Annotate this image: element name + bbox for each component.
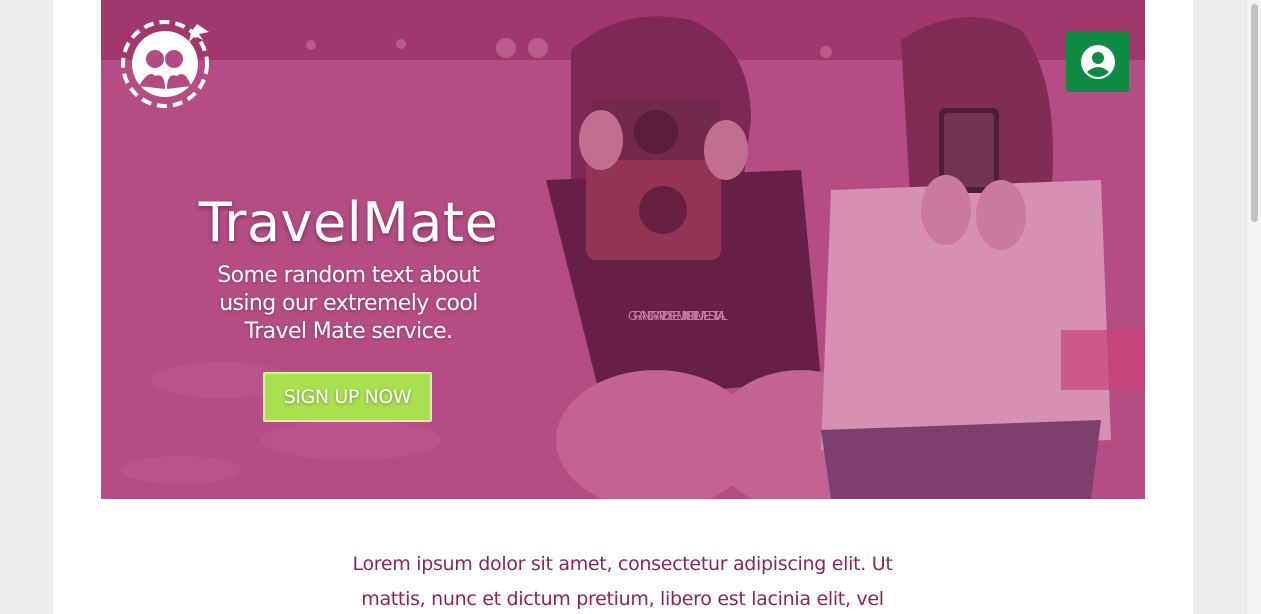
travel-mates-globe-logo-icon[interactable] xyxy=(119,14,215,110)
hero-subtitle: Some random text about using our extreme… xyxy=(217,263,480,344)
user-circle-icon xyxy=(1080,44,1115,79)
hero-banner: GRAND RAPIDS FEMINIST FILM FESTIVAL Trav… xyxy=(101,0,1145,499)
sign-up-button[interactable]: SIGN UP NOW xyxy=(263,372,432,422)
scrollbar-thumb[interactable] xyxy=(1251,4,1258,222)
hero-title: TravelMate xyxy=(198,191,499,254)
account-button[interactable] xyxy=(1066,31,1129,92)
hero-text-block: TravelMate Some random text about using … xyxy=(199,190,498,346)
intro-paragraph: Lorem ipsum dolor sit amet, consectetur … xyxy=(352,553,893,610)
vertical-scrollbar[interactable] xyxy=(1246,0,1261,614)
